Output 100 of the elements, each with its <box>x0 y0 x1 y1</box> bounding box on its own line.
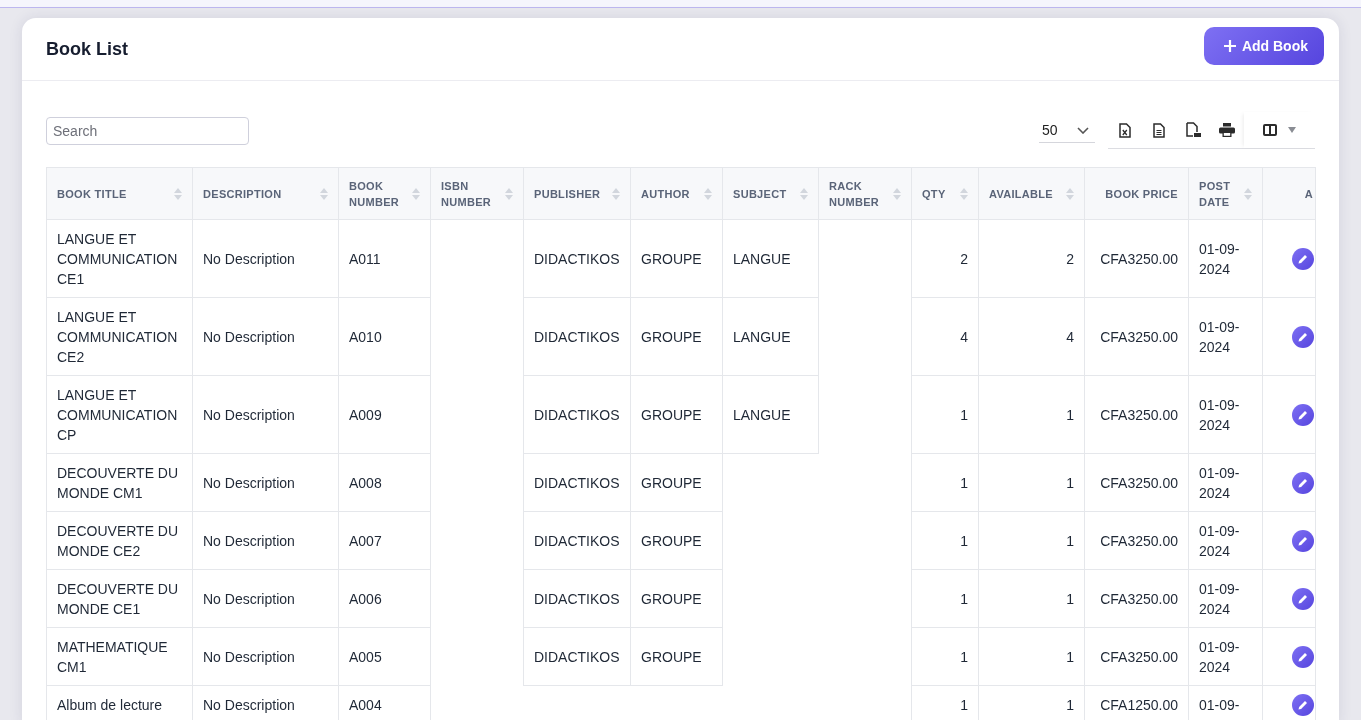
pencil-icon <box>1298 331 1308 342</box>
table-cell: 1 <box>911 627 979 686</box>
table-cell: 1 <box>911 453 979 512</box>
table-cell: GROUPE <box>630 511 723 570</box>
table-cell: GROUPE <box>630 569 723 628</box>
column-header[interactable]: BOOK TITLE <box>46 167 193 220</box>
pencil-icon <box>1298 651 1308 662</box>
edit-button[interactable] <box>1292 247 1314 270</box>
table-cell: 1 <box>978 511 1085 570</box>
table-cell: DIDACTIKOS <box>523 297 631 376</box>
table-cell: GROUPE <box>630 219 723 298</box>
columns-icon <box>1263 124 1277 136</box>
edit-button[interactable] <box>1292 529 1314 552</box>
table-cell: 1 <box>978 453 1085 512</box>
table-cell: A006 <box>338 569 431 628</box>
pencil-icon <box>1298 535 1308 546</box>
table-cell: 01-09-2024 <box>1188 297 1263 376</box>
pencil-icon <box>1298 593 1308 604</box>
edit-button[interactable] <box>1292 325 1314 348</box>
column-header[interactable]: RACK NUMBER <box>818 167 912 220</box>
table-cell: DIDACTIKOS <box>523 375 631 454</box>
table-cell: GROUPE <box>630 627 723 686</box>
edit-button[interactable] <box>1292 471 1314 494</box>
table-cell: LANGUE <box>722 219 819 298</box>
table-cell: 01-09-2024 <box>1188 627 1263 686</box>
column-header[interactable]: PUBLISHER <box>523 167 631 220</box>
column-header[interactable]: DESCRIPTION <box>192 167 339 220</box>
table-cell: 1 <box>978 627 1085 686</box>
edit-button[interactable] <box>1292 693 1314 716</box>
table-cell: CFA3250.00 <box>1084 627 1189 686</box>
table-cell: No Description <box>192 375 339 454</box>
table-cell: 01-09-2024 <box>1188 219 1263 298</box>
table-cell: 1 <box>911 569 979 628</box>
table-cell: DIDACTIKOS <box>523 627 631 686</box>
table-cell: LANGUE ET COMMUNICATION CP <box>46 375 193 454</box>
table-cell: 01-09-2024 <box>1188 453 1263 512</box>
table-cell: DIDACTIKOS <box>523 453 631 512</box>
chevron-down-icon <box>1077 126 1089 134</box>
file-tag-icon[interactable] <box>1185 122 1201 138</box>
column-header[interactable]: ISBN NUMBER <box>430 167 524 220</box>
add-book-button[interactable]: Add Book <box>1203 27 1324 65</box>
table-cell: 1 <box>978 375 1085 454</box>
table-cell: GROUPE <box>630 453 723 512</box>
table-cell: CFA3250.00 <box>1084 219 1189 298</box>
table-cell: 2 <box>978 219 1085 298</box>
table-cell: CFA3250.00 <box>1084 375 1189 454</box>
column-header[interactable]: BOOK NUMBER <box>338 167 431 220</box>
table-cell: No Description <box>192 453 339 512</box>
page-title: Book List <box>46 38 128 60</box>
edit-button[interactable] <box>1292 645 1314 668</box>
table-cell: CFA3250.00 <box>1084 569 1189 628</box>
table-cell: LANGUE <box>722 375 819 454</box>
table-cell: LANGUE ET COMMUNICATION CE2 <box>46 297 193 376</box>
table-cell: GROUPE <box>630 297 723 376</box>
table-cell: Album de lecture <box>46 685 193 720</box>
column-header: BOOK PRICE <box>1084 167 1189 220</box>
table-cell: LANGUE ET COMMUNICATION CE1 <box>46 219 193 298</box>
table-cell: No Description <box>192 297 339 376</box>
table-cell: GROUPE <box>630 375 723 454</box>
table-cell: No Description <box>192 511 339 570</box>
table-cell: DECOUVERTE DU MONDE CE2 <box>46 511 193 570</box>
column-header[interactable]: AUTHOR <box>630 167 723 220</box>
pencil-icon <box>1298 253 1308 264</box>
table-cell: A011 <box>338 219 431 298</box>
caret-down-icon <box>1288 127 1296 133</box>
table-cell: 1 <box>911 511 979 570</box>
table-cell: DIDACTIKOS <box>523 569 631 628</box>
table-cell: 4 <box>978 297 1085 376</box>
table-cell: No Description <box>192 219 339 298</box>
table-cell: 01-09-2024 <box>1188 569 1263 628</box>
table-cell: 1 <box>978 569 1085 628</box>
table-cell: 1 <box>911 685 979 720</box>
search-field[interactable]: Search <box>46 116 249 145</box>
table-cell: A009 <box>338 375 431 454</box>
table-cell: A008 <box>338 453 431 512</box>
edit-button[interactable] <box>1292 587 1314 610</box>
printer-icon[interactable] <box>1219 123 1235 137</box>
table-cell: 2 <box>911 219 979 298</box>
table-cell: MATHEMATIQUE CM1 <box>46 627 193 686</box>
edit-button[interactable] <box>1292 403 1314 426</box>
table-cell: CFA3250.00 <box>1084 511 1189 570</box>
text-file-icon[interactable] <box>1153 122 1165 138</box>
table-cell: CFA3250.00 <box>1084 297 1189 376</box>
column-header: A <box>1262 167 1316 220</box>
table-cell: No Description <box>192 627 339 686</box>
table-cell: 4 <box>911 297 979 376</box>
table-cell: DIDACTIKOS <box>523 511 631 570</box>
page-length-select[interactable]: 50 <box>1039 118 1095 143</box>
pencil-icon <box>1298 477 1308 488</box>
table-cell: 1 <box>911 375 979 454</box>
table-cell: A010 <box>338 297 431 376</box>
table-cell: LANGUE <box>722 297 819 376</box>
table-cell: DECOUVERTE DU MONDE CE1 <box>46 569 193 628</box>
column-header[interactable]: SUBJECT <box>722 167 819 220</box>
column-header[interactable]: QTY <box>911 167 979 220</box>
column-header[interactable]: POST DATE <box>1188 167 1263 220</box>
column-header[interactable]: AVAILABLE <box>978 167 1085 220</box>
spreadsheet-file-icon[interactable] <box>1119 122 1131 138</box>
table-cell: A005 <box>338 627 431 686</box>
table-cell: 01-09-2024 <box>1188 511 1263 570</box>
